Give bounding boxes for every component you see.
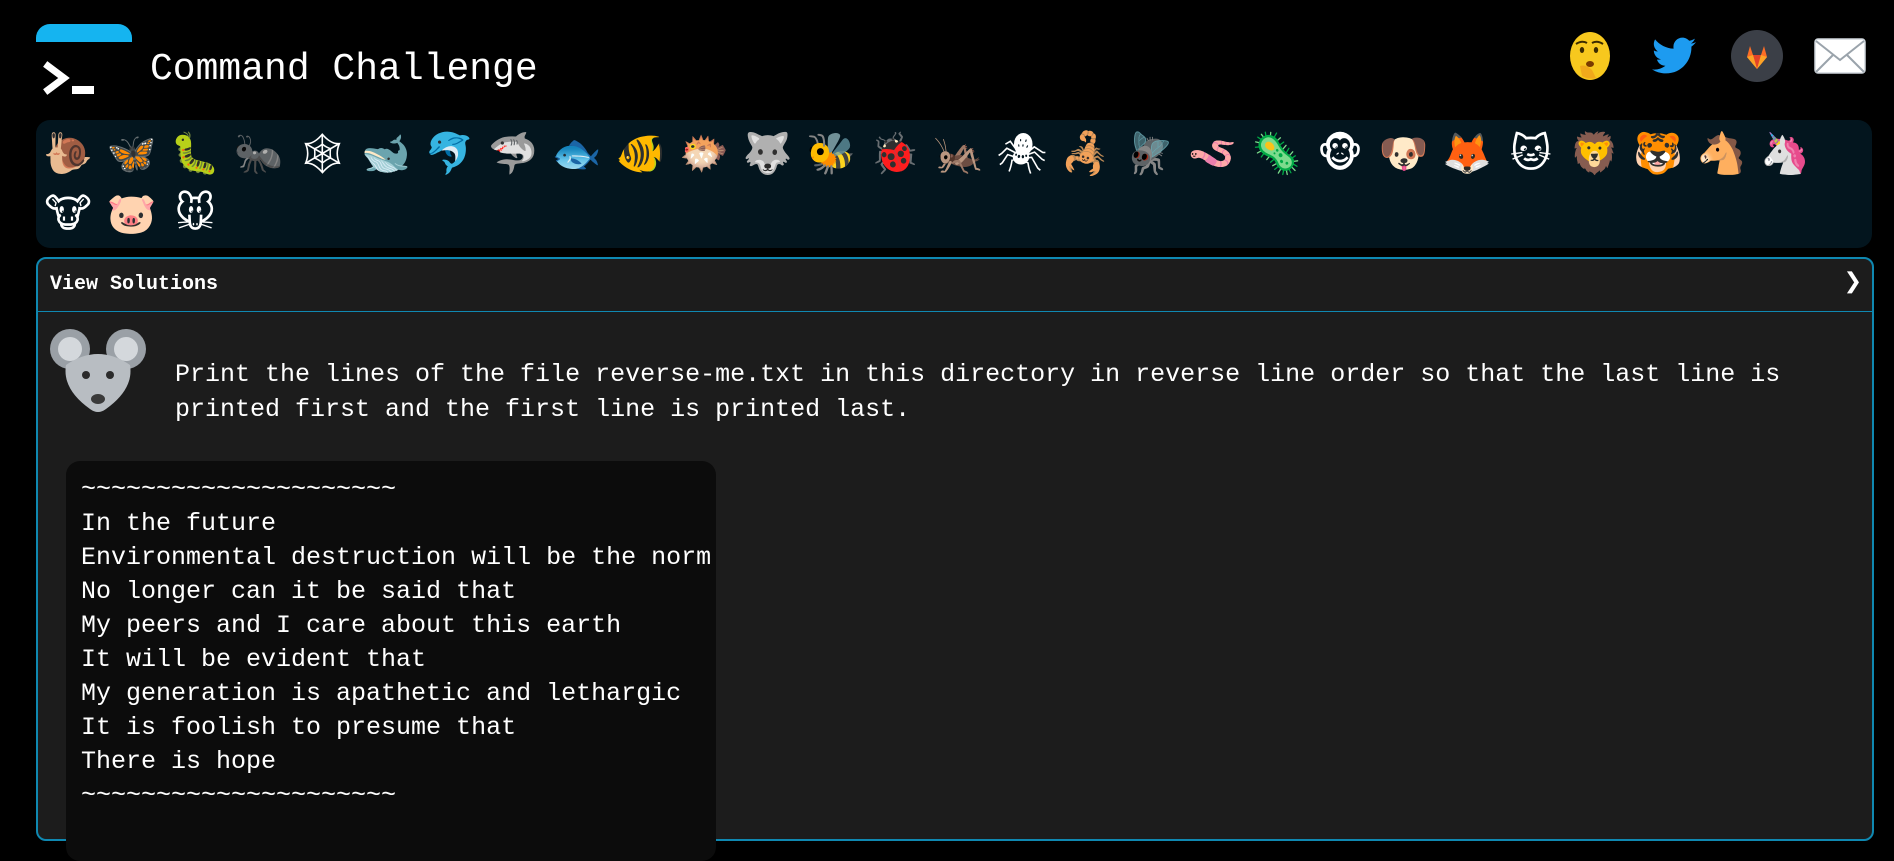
gitlab-icon[interactable] xyxy=(1729,28,1785,84)
level-caterpillar-icon[interactable]: 🐛 xyxy=(167,126,223,182)
level-mouse-icon[interactable]: 🐭 xyxy=(167,186,223,242)
level-whale-icon[interactable]: 🐋 xyxy=(358,126,414,182)
level-worm-icon[interactable]: 🪱 xyxy=(1185,126,1241,182)
level-blowfish-icon[interactable]: 🐡 xyxy=(676,126,732,182)
terminal-logo-icon[interactable] xyxy=(36,24,132,104)
level-fish-icon[interactable]: 🐟 xyxy=(549,126,605,182)
level-microbe-icon[interactable]: 🦠 xyxy=(1248,126,1304,182)
level-wolf-icon[interactable]: 🐺 xyxy=(740,126,796,182)
app-title: Command Challenge xyxy=(150,48,538,91)
logo-tab xyxy=(36,24,132,42)
level-pig-icon[interactable]: 🐷 xyxy=(104,186,160,242)
level-ladybug-icon[interactable]: 🐞 xyxy=(867,126,923,182)
chevron-right-icon[interactable]: ❯ xyxy=(1844,269,1862,294)
file-line: ~~~~~~~~~~~~~~~~~~~~~ xyxy=(81,781,397,810)
level-fly-icon[interactable]: 🪰 xyxy=(1121,126,1177,182)
level-snail-icon[interactable]: 🐌 xyxy=(40,126,96,182)
view-solutions-label[interactable]: View Solutions xyxy=(50,273,218,296)
shushing-face-icon[interactable] xyxy=(1562,28,1618,84)
file-line: In the future xyxy=(81,509,277,538)
level-ant-icon[interactable]: 🐜 xyxy=(231,126,287,182)
level-shark-icon[interactable]: 🦈 xyxy=(485,126,541,182)
twitter-icon[interactable] xyxy=(1646,28,1702,84)
level-tiger-icon[interactable]: 🐯 xyxy=(1630,126,1686,182)
level-cat-icon[interactable]: 🐱 xyxy=(1503,126,1559,182)
file-line: My generation is apathetic and lethargic xyxy=(81,679,682,708)
file-line: There is hope xyxy=(81,747,277,776)
level-dolphin-icon[interactable]: 🐬 xyxy=(422,126,478,182)
header: Command Challenge xyxy=(0,0,1894,118)
file-line: My peers and I care about this earth xyxy=(81,611,622,640)
file-line: ~~~~~~~~~~~~~~~~~~~~~ xyxy=(81,475,397,504)
level-bee-icon[interactable]: 🐝 xyxy=(803,126,859,182)
file-lines: ~~~~~~~~~~~~~~~~~~~~~ In the future Enviro… xyxy=(81,473,711,813)
mouse-avatar-icon xyxy=(48,325,148,417)
logo-body xyxy=(36,42,132,104)
level-butterfly-icon[interactable]: 🦋 xyxy=(104,126,160,182)
challenge-description: Print the lines of the file reverse-me.t… xyxy=(175,360,1796,424)
level-unicorn-icon[interactable]: 🦄 xyxy=(1757,126,1813,182)
level-tropical-fish-icon[interactable]: 🐠 xyxy=(612,126,668,182)
level-fox-icon[interactable]: 🦊 xyxy=(1439,126,1495,182)
level-lion-icon[interactable]: 🦁 xyxy=(1566,126,1622,182)
level-spider-icon[interactable]: 🕷 xyxy=(994,126,1050,182)
challenge-panel: View Solutions ❯ Print the lines of the … xyxy=(36,257,1874,861)
level-cow-icon[interactable]: 🐮 xyxy=(40,186,96,242)
file-line: It will be evident that xyxy=(81,645,427,674)
level-cricket-icon[interactable]: 🦗 xyxy=(930,126,986,182)
file-line: Environmental destruction will be the no… xyxy=(81,543,712,572)
file-line: No longer can it be said that xyxy=(81,577,517,606)
level-monkey-icon[interactable]: 🐵 xyxy=(1312,126,1368,182)
level-horse-icon[interactable]: 🐴 xyxy=(1694,126,1750,182)
level-scorpion-icon[interactable]: 🦂 xyxy=(1058,126,1114,182)
challenge-level-strip: 🐌 🦋 🐛 🐜 🕸 🐋 🐬 🦈 🐟 🐠 🐡 🐺 🐝 🐞 🦗 🕷 🦂 🪰 🪱 🦠 🐵 🐶 🦊 🐱 🦁 🐯 🐴 🦄 🐮 🐷 🐭 xyxy=(36,120,1872,248)
level-spider-web-icon[interactable]: 🕸 xyxy=(294,126,350,182)
file-line: It is foolish to presume that xyxy=(81,713,517,742)
level-dog-icon[interactable]: 🐶 xyxy=(1376,126,1432,182)
view-solutions-toggle[interactable]: View Solutions ❯ xyxy=(38,259,1872,312)
file-contents-box: ~~~~~~~~~~~~~~~~~~~~~ In the future Enviro… xyxy=(66,461,716,861)
envelope-icon[interactable] xyxy=(1812,28,1868,84)
